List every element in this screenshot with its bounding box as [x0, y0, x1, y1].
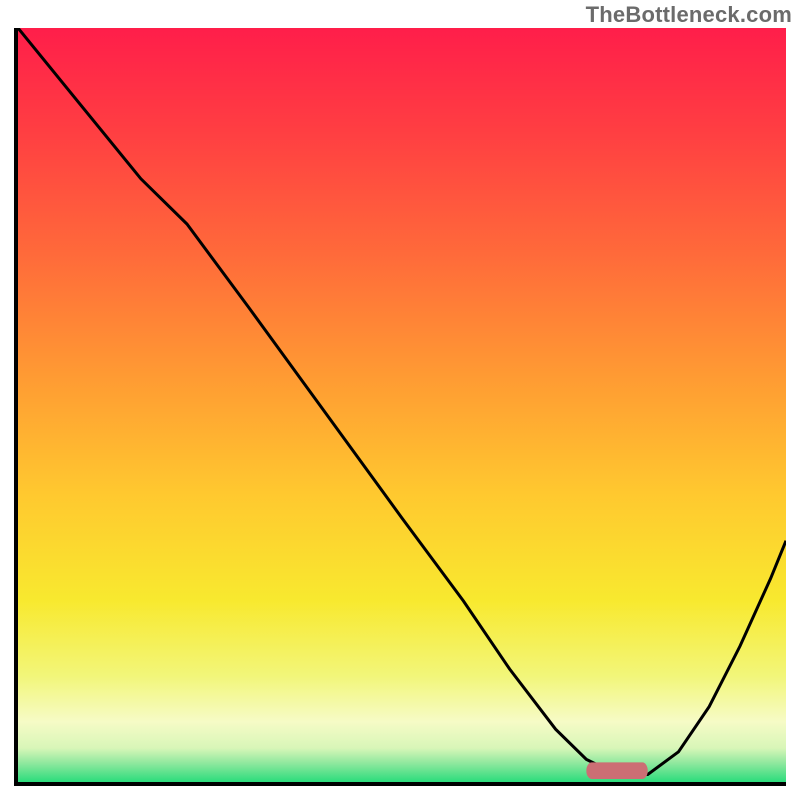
chart-canvas	[18, 28, 786, 782]
watermark-text: TheBottleneck.com	[586, 2, 792, 28]
gradient-background	[18, 28, 786, 782]
optimal-marker	[586, 762, 647, 779]
chart-root: TheBottleneck.com	[0, 0, 800, 800]
